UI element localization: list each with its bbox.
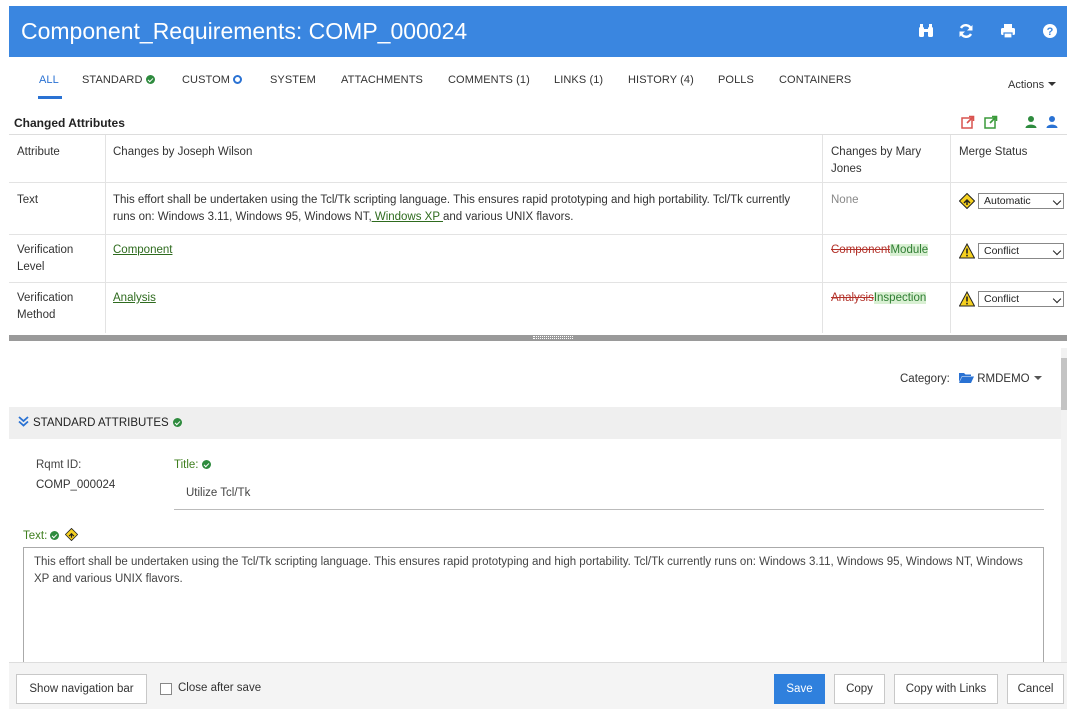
tab-containers[interactable]: CONTAINERS (779, 74, 851, 86)
double-chevron-down-icon (18, 416, 29, 427)
tab-standard[interactable]: STANDARD (82, 74, 155, 86)
rqmt-id-value: COMP_000024 (36, 479, 116, 491)
user-green-icon[interactable] (1024, 115, 1038, 129)
attribute-name: Verification Method (17, 292, 74, 321)
attribute-name: Text (17, 194, 39, 206)
tab-polls[interactable]: POLLS (718, 74, 754, 86)
column-header-merge-status: Merge Status (959, 146, 1028, 158)
tab-history[interactable]: HISTORY (4) (628, 74, 694, 86)
changed-attributes-title: Changed Attributes (14, 116, 125, 130)
column-header-changes-b: Changes by Mary Jones (831, 146, 922, 175)
check-circle-icon (172, 418, 182, 427)
user-blue-icon[interactable] (1045, 115, 1059, 129)
category-selector[interactable]: RMDEMO (959, 372, 1042, 385)
show-navigation-bar-button[interactable]: Show navigation bar (16, 674, 147, 704)
merge-auto-icon (64, 527, 78, 542)
check-circle-icon (201, 460, 211, 469)
changes-b-cell: ComponentModule (831, 244, 929, 256)
check-circle-icon (50, 531, 60, 540)
column-divider (105, 135, 106, 333)
grip-handle-icon (533, 336, 573, 339)
merge-auto-icon (959, 193, 975, 209)
chevron-down-icon (1052, 196, 1062, 206)
tab-comments[interactable]: COMMENTS (1) (448, 74, 530, 86)
changed-attributes-table: Attribute Changes by Joseph Wilson Chang… (9, 134, 1067, 333)
close-after-save-label: Close after save (178, 682, 262, 694)
caret-down-icon (1048, 82, 1057, 86)
chevron-down-icon (1052, 246, 1062, 256)
title-label: Title: (174, 459, 211, 471)
changes-a-link[interactable]: Windows XP (372, 211, 443, 223)
chevron-down-icon (1052, 294, 1062, 304)
panel-splitter[interactable] (9, 335, 1067, 341)
copy-with-links-button[interactable]: Copy with Links (894, 674, 998, 704)
scrollbar[interactable] (1061, 348, 1067, 662)
circle-icon (233, 75, 243, 84)
svg-text:?: ? (1047, 26, 1054, 38)
text-field[interactable]: This effort shall be undertaken using th… (23, 547, 1044, 663)
copy-button[interactable]: Copy (834, 674, 885, 704)
caret-down-icon (1033, 376, 1042, 380)
folder-open-icon (959, 373, 974, 383)
changes-b-cell: None (831, 194, 859, 206)
close-after-save-checkbox[interactable] (160, 683, 172, 695)
tab-custom[interactable]: CUSTOM (182, 74, 243, 86)
page-title: Component_Requirements: COMP_000024 (21, 18, 468, 44)
changes-a-cell: This effort shall be undertaken using th… (113, 194, 791, 223)
text-label: Text: (23, 527, 78, 542)
tab-bar: ALL STANDARD CUSTOM SYSTEM ATTACHMENTS C… (9, 60, 1067, 100)
column-divider (950, 135, 951, 333)
attribute-name: Verification Level (17, 244, 74, 273)
help-icon[interactable]: ? (1040, 20, 1060, 42)
cancel-button[interactable]: Cancel (1007, 674, 1064, 704)
check-circle-icon (145, 75, 155, 84)
external-link-green-icon[interactable] (984, 115, 998, 129)
active-tab-indicator (38, 96, 62, 99)
section-title: STANDARD ATTRIBUTES (33, 417, 169, 429)
refresh-icon[interactable] (956, 20, 976, 42)
tab-attachments[interactable]: ATTACHMENTS (341, 74, 423, 86)
window-header: Component_Requirements: COMP_000024 ? (9, 6, 1067, 57)
title-field[interactable]: Utilize Tcl/Tk (174, 478, 1044, 510)
save-button[interactable]: Save (774, 674, 825, 704)
tab-links[interactable]: LINKS (1) (554, 74, 603, 86)
table-header-row: Attribute Changes by Joseph Wilson Chang… (9, 135, 1067, 183)
binoculars-icon[interactable] (916, 20, 936, 42)
table-row: Verification Level Component ComponentMo… (9, 235, 1067, 283)
column-header-attribute: Attribute (17, 146, 60, 158)
rqmt-id-label: Rqmt ID: (36, 459, 82, 471)
external-link-icon[interactable] (961, 115, 975, 129)
merge-status-select[interactable]: Conflict (978, 291, 1064, 307)
table-row: Verification Method Analysis AnalysisIns… (9, 283, 1067, 333)
column-header-changes-a: Changes by Joseph Wilson (113, 146, 253, 158)
merge-status-select[interactable]: Conflict (978, 243, 1064, 259)
merge-status-select[interactable]: Automatic (978, 193, 1064, 209)
warning-icon (959, 243, 975, 259)
standard-attributes-section[interactable]: STANDARD ATTRIBUTES (9, 407, 1061, 439)
print-icon[interactable] (998, 20, 1018, 42)
tab-all[interactable]: ALL (39, 74, 59, 86)
scrollbar-thumb[interactable] (1061, 358, 1067, 410)
changes-b-cell: AnalysisInspection (831, 292, 927, 304)
category-label: Category: (900, 373, 950, 385)
column-divider (822, 135, 823, 333)
warning-icon (959, 291, 975, 307)
table-row: Text This effort shall be undertaken usi… (9, 183, 1067, 235)
tab-system[interactable]: SYSTEM (270, 74, 316, 86)
changes-a-link[interactable]: Analysis (113, 290, 156, 307)
actions-menu[interactable]: Actions (1008, 79, 1057, 91)
changes-a-link[interactable]: Component (113, 242, 172, 259)
